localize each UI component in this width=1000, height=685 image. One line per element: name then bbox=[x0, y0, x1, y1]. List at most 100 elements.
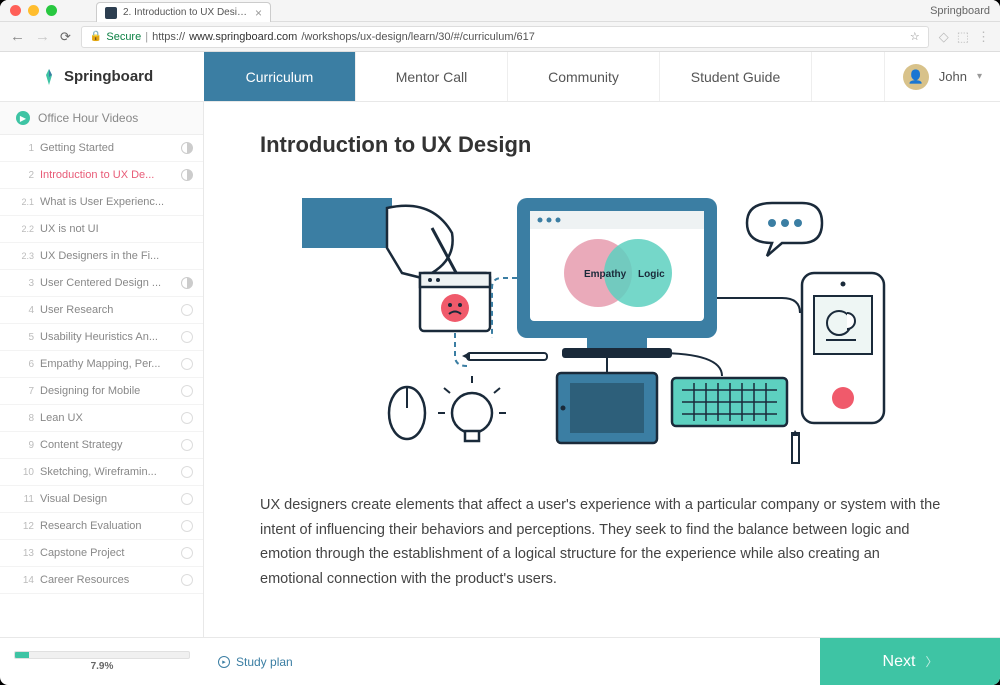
sidebar-item[interactable]: 2.1What is User Experienc... bbox=[0, 189, 203, 216]
nav-tab-curriculum[interactable]: Curriculum bbox=[204, 52, 356, 101]
sidebar-item[interactable]: 7Designing for Mobile bbox=[0, 378, 203, 405]
sidebar-item[interactable]: 13Capstone Project bbox=[0, 540, 203, 567]
status-icon bbox=[181, 277, 193, 289]
url-prefix: https:// bbox=[152, 31, 185, 43]
status-icon bbox=[181, 385, 193, 397]
item-number: 2.2 bbox=[10, 224, 34, 234]
sidebar-item[interactable]: 12 Research Evaluation bbox=[0, 513, 203, 540]
item-label: Content Strategy bbox=[40, 439, 175, 451]
tab-close-icon[interactable]: × bbox=[255, 6, 262, 20]
nav-tab-mentor-call[interactable]: Mentor Call bbox=[356, 52, 508, 101]
item-number: 11 bbox=[10, 494, 34, 505]
sidebar-item[interactable]: 14 Career Resources bbox=[0, 567, 203, 594]
item-label: Getting Started bbox=[40, 142, 175, 154]
sidebar-item[interactable]: 3 User Centered Design ... bbox=[0, 270, 203, 297]
body-paragraph: UX designers create elements that affect… bbox=[260, 493, 944, 592]
sidebar-item[interactable]: 4 User Research bbox=[0, 297, 203, 324]
item-number: 9 bbox=[10, 440, 34, 451]
logo[interactable]: Springboard bbox=[0, 52, 204, 101]
play-outline-icon: ▸ bbox=[218, 656, 230, 668]
item-number: 10 bbox=[10, 467, 34, 478]
favicon-icon bbox=[105, 7, 117, 19]
minimize-window-icon[interactable] bbox=[28, 5, 39, 16]
sidebar-header[interactable]: ▶ Office Hour Videos bbox=[0, 102, 203, 135]
item-number: 14 bbox=[10, 575, 34, 586]
progress-area: 7.9% bbox=[0, 643, 204, 680]
sidebar: ▶ Office Hour Videos 1 Getting Started 2In… bbox=[0, 102, 204, 637]
url-field[interactable]: 🔒 Secure | https://www.springboard.com/w… bbox=[81, 26, 929, 48]
sidebar-item[interactable]: 1 Getting Started bbox=[0, 135, 203, 162]
reload-button[interactable]: ⟳ bbox=[60, 29, 71, 45]
item-number: 1 bbox=[10, 143, 34, 154]
item-label: Lean UX bbox=[40, 412, 175, 424]
url-host: www.springboard.com bbox=[189, 31, 297, 43]
extension-icon[interactable]: ⬚ bbox=[957, 29, 969, 45]
tab-title: 2. Introduction to UX Design - bbox=[123, 7, 249, 18]
svg-text:Logic: Logic bbox=[638, 269, 665, 280]
logo-icon bbox=[40, 68, 58, 86]
item-number: 12 bbox=[10, 521, 34, 532]
study-plan-link[interactable]: ▸ Study plan bbox=[204, 655, 293, 669]
sidebar-item[interactable]: 2.3 UX Designers in the Fi... bbox=[0, 243, 203, 270]
logo-text: Springboard bbox=[64, 68, 153, 85]
item-label: Capstone Project bbox=[40, 547, 175, 559]
item-number: 8 bbox=[10, 413, 34, 424]
nav-tabs: CurriculumMentor CallCommunityStudent Gu… bbox=[204, 52, 884, 101]
status-icon bbox=[181, 547, 193, 559]
maximize-window-icon[interactable] bbox=[46, 5, 57, 16]
study-plan-label: Study plan bbox=[236, 655, 293, 669]
sidebar-item[interactable]: 9 Content Strategy bbox=[0, 432, 203, 459]
lock-icon: 🔒 bbox=[90, 31, 102, 42]
forward-button[interactable]: → bbox=[35, 28, 50, 45]
sidebar-item[interactable]: 2Introduction to UX De... bbox=[0, 162, 203, 189]
status-icon bbox=[181, 169, 193, 181]
item-number: 2.3 bbox=[10, 251, 34, 261]
browser-tab-strip: 2. Introduction to UX Design - × bbox=[96, 2, 271, 22]
progress-percent: 7.9% bbox=[14, 661, 190, 672]
item-number: 4 bbox=[10, 305, 34, 316]
next-label: Next bbox=[883, 653, 916, 671]
sidebar-item[interactable]: 2.2UX is not UI bbox=[0, 216, 203, 243]
item-label: Empathy Mapping, Per... bbox=[40, 358, 175, 370]
svg-text:Empathy: Empathy bbox=[584, 269, 627, 280]
user-menu[interactable]: 👤 John ▾ bbox=[884, 52, 1000, 101]
item-label: Career Resources bbox=[40, 574, 175, 586]
item-label: Usability Heuristics An... bbox=[40, 331, 175, 343]
item-label: User Research bbox=[40, 304, 175, 316]
item-number: 3 bbox=[10, 278, 34, 289]
hero-illustration: Empathy Logic bbox=[260, 178, 944, 468]
url-path: /workshops/ux-design/learn/30/#/curricul… bbox=[301, 31, 535, 43]
app-header: Springboard CurriculumMentor CallCommuni… bbox=[0, 52, 1000, 102]
progress-bar bbox=[14, 651, 190, 659]
extension-icon[interactable]: ◇ bbox=[939, 29, 949, 45]
item-label: UX Designers in the Fi... bbox=[40, 250, 193, 262]
status-icon bbox=[181, 331, 193, 343]
browser-tab[interactable]: 2. Introduction to UX Design - × bbox=[96, 2, 271, 22]
item-number: 5 bbox=[10, 332, 34, 343]
bookmark-star-icon[interactable]: ☆ bbox=[910, 30, 920, 43]
item-label: Visual Design bbox=[40, 493, 175, 505]
status-icon bbox=[181, 493, 193, 505]
status-icon bbox=[181, 439, 193, 451]
status-icon bbox=[181, 358, 193, 370]
sidebar-item[interactable]: 6 Empathy Mapping, Per... bbox=[0, 351, 203, 378]
sidebar-item[interactable]: 8 Lean UX bbox=[0, 405, 203, 432]
status-icon bbox=[181, 574, 193, 586]
nav-tab-community[interactable]: Community bbox=[508, 52, 660, 101]
status-icon bbox=[181, 520, 193, 532]
item-label: User Centered Design ... bbox=[40, 277, 175, 289]
sidebar-item[interactable]: 10 Sketching, Wireframin... bbox=[0, 459, 203, 486]
window-chrome-bar: 2. Introduction to UX Design - × Springb… bbox=[0, 0, 1000, 22]
item-number: 2.1 bbox=[10, 197, 34, 207]
sidebar-item[interactable]: 5 Usability Heuristics An... bbox=[0, 324, 203, 351]
next-button[interactable]: Next 〉 bbox=[820, 638, 1000, 685]
sidebar-item[interactable]: 11 Visual Design bbox=[0, 486, 203, 513]
back-button[interactable]: ← bbox=[10, 28, 25, 45]
item-label: Sketching, Wireframin... bbox=[40, 466, 175, 478]
nav-tab-student-guide[interactable]: Student Guide bbox=[660, 52, 812, 101]
close-window-icon[interactable] bbox=[10, 5, 21, 16]
item-label: Research Evaluation bbox=[40, 520, 175, 532]
menu-icon[interactable]: ⋮ bbox=[977, 29, 990, 45]
content-area: Introduction to UX Design bbox=[204, 102, 1000, 637]
item-number: 6 bbox=[10, 359, 34, 370]
